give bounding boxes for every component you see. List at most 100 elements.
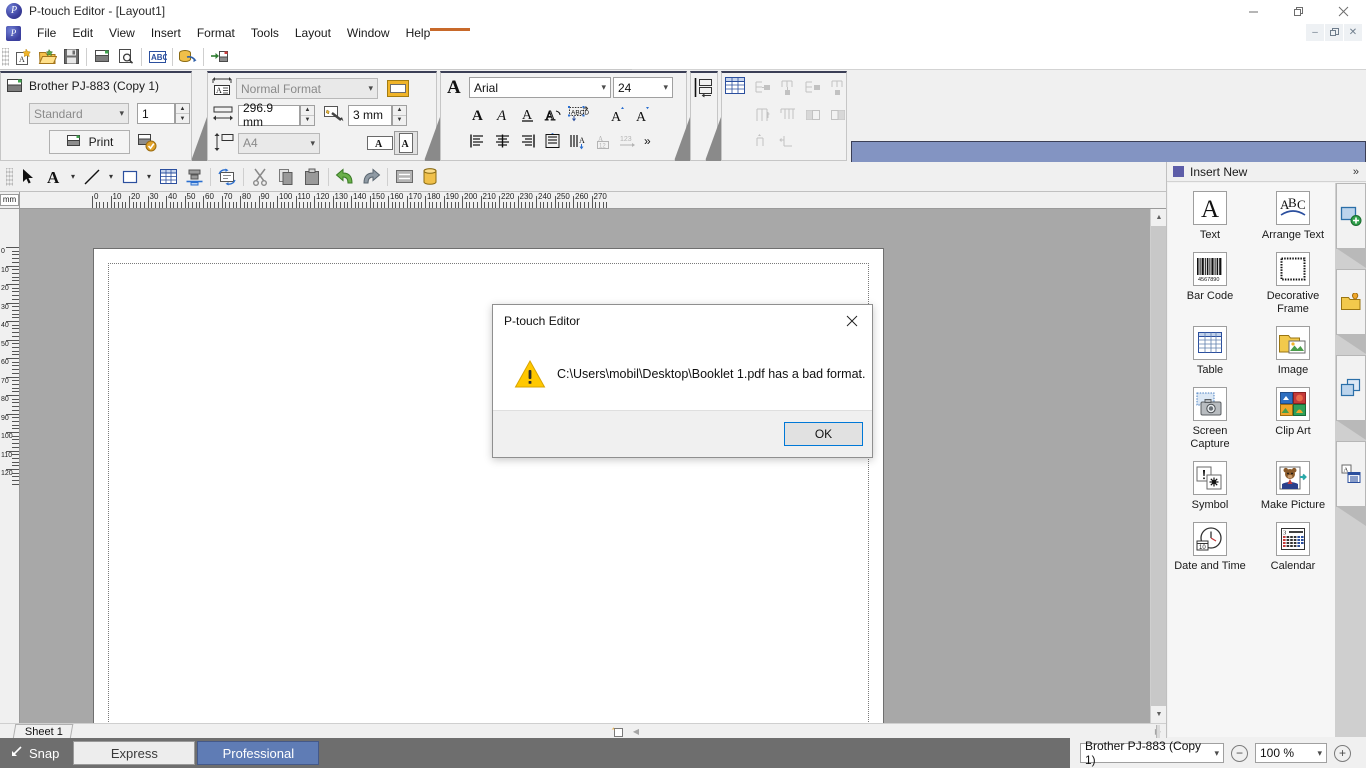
menu-item-format[interactable]: Format: [189, 24, 243, 42]
vertical-ruler[interactable]: 0 10 20 30 40 50 60 70 80 90 100 110 120: [0, 209, 20, 723]
snap-mode-button[interactable]: Snap: [0, 738, 71, 768]
superscript-icon[interactable]: A: [606, 102, 631, 126]
new-sheet-icon[interactable]: [606, 726, 628, 738]
mdi-restore-button[interactable]: [1325, 24, 1343, 41]
delete-row-icon[interactable]: [750, 103, 775, 127]
new-layout-icon[interactable]: A: [11, 45, 35, 68]
margin-stepper[interactable]: ▲ ▼: [392, 104, 407, 126]
vertical-scroll-track[interactable]: [1151, 226, 1166, 706]
redo-icon[interactable]: [358, 164, 384, 190]
split-cells-icon[interactable]: [825, 103, 850, 127]
number-format-icon[interactable]: 123: [615, 129, 640, 153]
font-family-select[interactable]: Arial ▾: [469, 77, 611, 98]
dialog-ok-button[interactable]: OK: [784, 422, 863, 446]
insert-column-left-icon[interactable]: [775, 76, 800, 100]
undo-icon[interactable]: [332, 164, 358, 190]
stepper-down-icon[interactable]: ▼: [176, 114, 189, 123]
menu-item-insert[interactable]: Insert: [143, 24, 189, 42]
maximize-button[interactable]: [1276, 0, 1321, 22]
insert-item-arrange-text[interactable]: A B C Arrange Text: [1255, 191, 1331, 242]
close-button[interactable]: [1321, 0, 1366, 22]
paper-size-select[interactable]: A4 ▾: [238, 132, 320, 154]
new-object-tab[interactable]: [1336, 183, 1366, 268]
insert-item-text[interactable]: A Text: [1172, 191, 1248, 242]
orientation-landscape-icon[interactable]: A: [366, 132, 394, 154]
margin-down-icon[interactable]: ▼: [393, 116, 406, 125]
text-tool-chevron-down-icon[interactable]: ▾: [67, 164, 79, 190]
rectangle-tool-icon[interactable]: [117, 164, 143, 190]
menu-item-window[interactable]: Window: [339, 24, 398, 42]
print-button[interactable]: Print: [49, 130, 130, 154]
insert-table-icon[interactable]: [724, 76, 746, 99]
insert-item-calendar[interactable]: 3 Calendar: [1255, 522, 1331, 573]
insert-row-below-icon[interactable]: [800, 76, 825, 100]
scroll-left-icon[interactable]: ◀: [628, 724, 644, 739]
text-fit-icon[interactable]: ABCD: [565, 102, 590, 126]
char-spacing-icon[interactable]: A 12: [590, 129, 615, 153]
align-center-icon[interactable]: [490, 129, 515, 153]
transfer-template-icon[interactable]: [207, 45, 231, 68]
label-width-stepper[interactable]: ▲ ▼: [300, 104, 315, 126]
text-outline-icon[interactable]: A: [540, 102, 565, 126]
distribute-rows-icon[interactable]: [750, 130, 775, 154]
line-tool-chevron-down-icon[interactable]: ▾: [105, 164, 117, 190]
print-quality-select[interactable]: Standard ▾: [29, 103, 129, 124]
insert-item-decorative-frame[interactable]: Decorative Frame: [1255, 252, 1331, 316]
paste-icon[interactable]: [299, 164, 325, 190]
zoom-in-button[interactable]: +: [1334, 744, 1351, 762]
canvas-area[interactable]: [21, 210, 1150, 723]
delete-column-icon[interactable]: [775, 103, 800, 127]
insert-item-symbol[interactable]: Symbol: [1172, 461, 1248, 512]
document-menu-icon[interactable]: [6, 25, 21, 41]
menu-item-help[interactable]: Help: [398, 24, 439, 42]
express-mode-button[interactable]: Express: [73, 741, 196, 765]
horizontal-scrollbar[interactable]: ◀ ▶: [606, 724, 1166, 739]
database-connect-icon[interactable]: [176, 45, 200, 68]
width-up-icon[interactable]: ▲: [301, 106, 314, 116]
label-width-input[interactable]: 296.9 mm: [238, 101, 300, 129]
copies-stepper[interactable]: ▲ ▼: [175, 103, 190, 124]
orientation-portrait-icon[interactable]: A: [394, 131, 418, 155]
save-icon[interactable]: [59, 45, 83, 68]
font-size-select[interactable]: 24 ▾: [613, 77, 673, 98]
label-preview-icon[interactable]: [386, 77, 410, 99]
expand-panel-icon[interactable]: »: [1353, 166, 1359, 178]
menu-item-tools[interactable]: Tools: [243, 24, 287, 42]
database-tab[interactable]: A: [1336, 441, 1366, 526]
vertical-text-icon[interactable]: A: [565, 129, 590, 153]
align-justify-icon[interactable]: [540, 129, 565, 153]
align-object-icon[interactable]: [181, 164, 207, 190]
zoom-out-button[interactable]: −: [1231, 744, 1248, 762]
line-tool-icon[interactable]: [79, 164, 105, 190]
align-right-icon[interactable]: [515, 129, 540, 153]
insert-item-image[interactable]: Image: [1255, 326, 1331, 377]
sheet-tab-1[interactable]: Sheet 1: [12, 724, 74, 739]
table-tool-icon[interactable]: [155, 164, 181, 190]
scroll-down-icon[interactable]: ▼: [1151, 706, 1167, 723]
menu-item-edit[interactable]: Edit: [64, 24, 101, 42]
print-icon[interactable]: [90, 45, 114, 68]
insert-item-clip-art[interactable]: Clip Art: [1255, 387, 1331, 451]
menu-item-layout[interactable]: Layout: [287, 24, 339, 42]
open-file-icon[interactable]: [35, 45, 59, 68]
favorites-tab[interactable]: [1336, 269, 1366, 354]
cut-icon[interactable]: [247, 164, 273, 190]
width-down-icon[interactable]: ▼: [301, 116, 314, 125]
align-left-icon[interactable]: [465, 129, 490, 153]
copy-icon[interactable]: [273, 164, 299, 190]
insert-item-screen-capture[interactable]: Screen Capture: [1172, 387, 1248, 451]
abc-spellcheck-icon[interactable]: ABC: [145, 45, 169, 68]
copies-input[interactable]: 1: [137, 103, 175, 124]
more-options-icon[interactable]: »: [640, 134, 651, 148]
insert-item-make-picture[interactable]: Make Picture: [1255, 461, 1331, 512]
horizontal-scroll-thumb[interactable]: [1156, 725, 1160, 738]
database-icon[interactable]: [417, 164, 443, 190]
rectangle-tool-chevron-down-icon[interactable]: ▾: [143, 164, 155, 190]
object-properties-icon[interactable]: [391, 164, 417, 190]
dialog-close-button[interactable]: [832, 306, 872, 337]
printer-select[interactable]: Brother PJ-883 (Copy 1) ▾: [1080, 739, 1224, 767]
minimize-button[interactable]: [1231, 0, 1276, 22]
margin-up-icon[interactable]: ▲: [393, 106, 406, 116]
insert-item-table[interactable]: Table: [1172, 326, 1248, 377]
stepper-up-icon[interactable]: ▲: [176, 104, 189, 114]
